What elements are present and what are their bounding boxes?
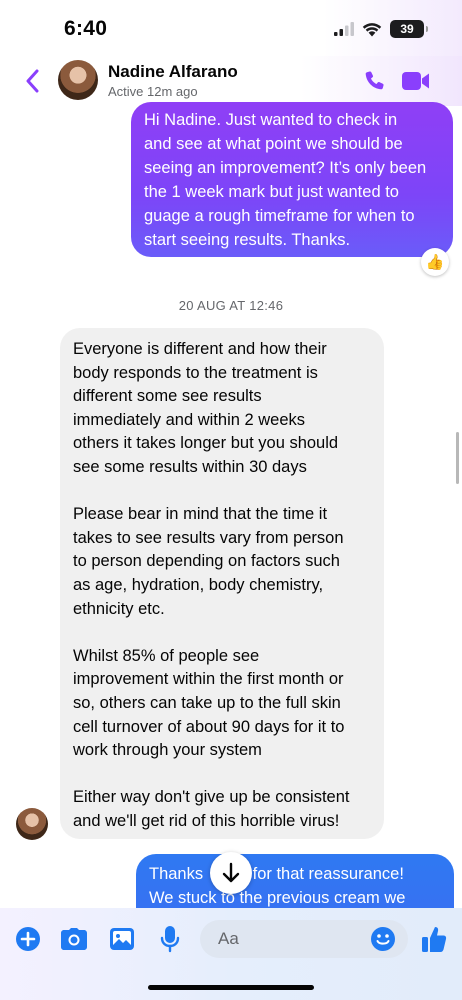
send-like-button[interactable]: [419, 924, 449, 954]
message-line: as age, hydration, body chemistry,: [73, 575, 324, 594]
message-paragraph: Everyone is different and how their body…: [73, 338, 372, 480]
contact-avatar[interactable]: [58, 60, 98, 100]
image-icon: [110, 928, 134, 950]
gallery-button[interactable]: [107, 924, 137, 954]
video-call-button[interactable]: [399, 66, 433, 96]
message-paragraph: Whilst 85% of people see improvement wit…: [73, 645, 372, 763]
scroll-to-bottom-button[interactable]: [210, 852, 252, 894]
arrow-down-icon: [222, 862, 240, 883]
chevron-left-icon: [26, 69, 39, 93]
camera-button[interactable]: [59, 924, 89, 954]
back-button[interactable]: [18, 66, 46, 96]
message-line: Everyone is different and how their: [73, 340, 327, 358]
message-line: immediately and within 2 weeks: [73, 410, 306, 429]
message-line: Please bear in mind that the time it: [73, 505, 328, 524]
emoji-button[interactable]: [369, 925, 397, 953]
video-camera-icon: [402, 72, 429, 90]
message-line: and we'll get rid of this horrible virus…: [73, 811, 340, 830]
message-line: see some results within 30 days: [73, 457, 307, 476]
message-line: Hi Nadine. Just wanted to check in: [144, 111, 398, 129]
plus-circle-icon: [16, 927, 40, 951]
status-icons: 39: [334, 20, 428, 38]
message-line: seeing an improvement? It’s only been: [144, 159, 427, 177]
message-line: start seeing results. Thanks.: [144, 231, 351, 249]
message-line: the 1 week mark but just wanted to: [144, 183, 399, 201]
message-timestamp: 20 AUG AT 12:46: [178, 298, 284, 313]
more-actions-button[interactable]: [13, 924, 43, 954]
thumbs-up-reaction[interactable]: 👍: [421, 248, 449, 276]
message-line: ethnicity etc.: [73, 599, 165, 618]
status-bar: 6:40 39: [0, 0, 462, 56]
camera-icon: [61, 928, 87, 950]
message-line: to person depending on factors such: [73, 552, 340, 571]
message-line: Thanks s for that reassurance!: [149, 865, 404, 883]
message-line: Either way don't give up be consistent: [73, 788, 350, 807]
incoming-message-bubble[interactable]: Everyone is different and how their body…: [60, 328, 384, 839]
message-line: improvement within the first month or: [73, 670, 344, 689]
battery-icon: 39: [390, 20, 428, 38]
message-line: guage a rough timeframe for when to: [144, 207, 415, 225]
status-time: 6:40: [64, 17, 108, 40]
message-line: We stuck to the previous cream we: [149, 889, 406, 907]
thumbs-up-icon: [422, 927, 447, 952]
message-line: body responds to the treatment is: [73, 363, 318, 382]
message-line: cell turnover of about 90 days for it to: [73, 717, 345, 736]
chat-header: Nadine Alfarano Active 12m ago: [0, 56, 462, 106]
home-indicator: [148, 985, 314, 990]
cellular-signal-icon: [334, 22, 354, 36]
audio-call-button[interactable]: [360, 66, 390, 96]
contact-name[interactable]: Nadine Alfarano: [108, 62, 238, 82]
message-line: work through your system: [73, 741, 262, 760]
thumbs-up-icon: 👍: [425, 254, 445, 271]
scrollbar[interactable]: [456, 432, 459, 484]
smiley-icon: [371, 927, 395, 951]
microphone-icon: [160, 926, 180, 953]
voice-message-button[interactable]: [155, 924, 185, 954]
message-paragraph: Either way don't give up be consistent a…: [73, 786, 372, 833]
message-line: Whilst 85% of people see: [73, 646, 260, 665]
sender-avatar[interactable]: [16, 808, 48, 840]
message-paragraph: Please bear in mind that the time it tak…: [73, 503, 372, 621]
message-line: so, others can take up to the full skin: [73, 693, 341, 712]
phone-icon: [365, 71, 384, 90]
message-line: different some see results: [73, 387, 262, 406]
message-line: others it takes longer but you should: [73, 434, 339, 453]
outgoing-message-bubble[interactable]: Hi Nadine. Just wanted to check in and s…: [131, 102, 453, 257]
wifi-icon: [362, 22, 382, 36]
battery-level: 39: [400, 22, 414, 36]
message-line: takes to see results vary from person: [73, 528, 344, 547]
message-line: and see at what point we should be: [144, 135, 403, 153]
contact-status: Active 12m ago: [108, 84, 198, 99]
